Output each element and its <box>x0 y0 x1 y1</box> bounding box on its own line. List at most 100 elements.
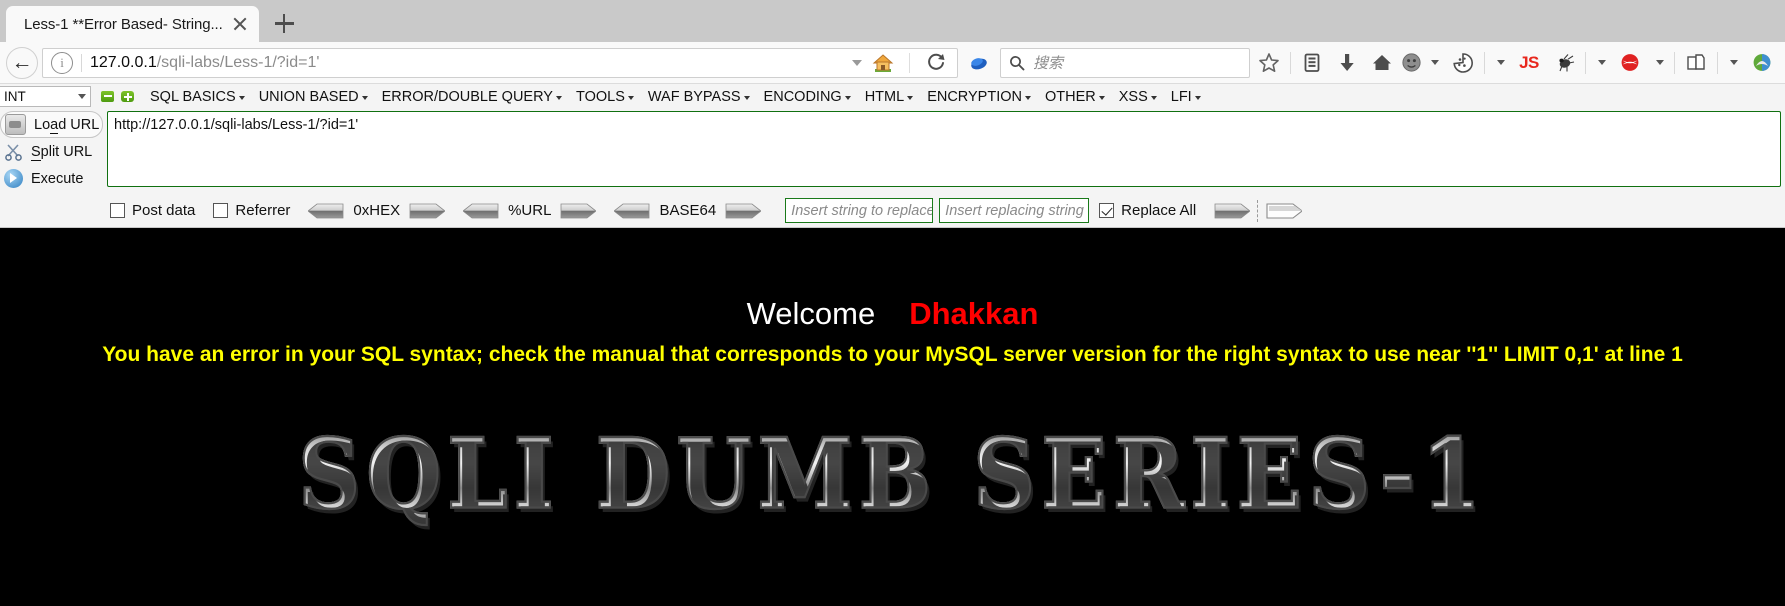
menu-label: XSS <box>1118 88 1148 105</box>
load-url-icon <box>5 114 26 135</box>
menu-sql-basics[interactable]: SQL BASICS <box>143 89 252 105</box>
chevron-down-icon <box>1194 96 1201 100</box>
split-url-icon <box>4 142 23 161</box>
library-glyph <box>1304 53 1320 72</box>
copy-pages-icon[interactable] <box>1679 47 1713 79</box>
search-input[interactable]: 搜索 <box>1033 52 1063 73</box>
close-icon[interactable] <box>231 15 249 33</box>
chevron-down-icon <box>1430 60 1439 65</box>
encoding-type-value: INT <box>4 89 26 104</box>
search-bar[interactable]: 搜索 <box>1000 47 1250 78</box>
menu-label: UNION BASED <box>258 88 359 105</box>
js-toggle-icon[interactable]: JS <box>1512 47 1546 79</box>
chevron-down-icon[interactable] <box>852 59 862 66</box>
hex-decode-button[interactable] <box>307 203 344 219</box>
chevron-down-icon <box>1098 96 1105 100</box>
avatar-dropdown-icon[interactable] <box>1423 47 1445 79</box>
hackbar-main-row: Load URL Split URL Execute http://127.0.… <box>0 109 1785 194</box>
search-string-input[interactable]: Insert string to replace <box>785 198 934 223</box>
site-info-icon[interactable]: i <box>51 51 73 74</box>
bookmark-star-icon[interactable] <box>1252 47 1286 79</box>
menu-encoding[interactable]: ENCODING <box>757 89 858 105</box>
url-text: 127.0.0.1/sqli-labs/Less-1/?id=1' <box>90 54 852 72</box>
menu-html[interactable]: HTML <box>858 89 920 105</box>
expand-button[interactable] <box>121 91 134 102</box>
base64-encode-button[interactable] <box>725 203 762 219</box>
replace-extra-button[interactable] <box>1266 202 1304 219</box>
avatar-glyph <box>1401 53 1421 72</box>
referrer-option[interactable]: Referrer <box>213 202 290 219</box>
browser-window: Less-1 **Error Based- String... ← i 127.… <box>0 0 1785 606</box>
split-url-button[interactable]: Split URL <box>0 138 107 165</box>
menu-lfi[interactable]: LFI <box>1164 89 1208 105</box>
menu-other[interactable]: OTHER <box>1038 89 1112 105</box>
arrow-right-icon <box>725 203 762 218</box>
replace-string-input[interactable]: Insert replacing string <box>939 198 1090 223</box>
hackbar-url-textarea[interactable] <box>107 111 1781 187</box>
home-icon[interactable] <box>1365 47 1399 79</box>
menu-error-double-query[interactable]: ERROR/DOUBLE QUERY <box>375 89 569 105</box>
chevron-down-icon <box>1597 60 1606 65</box>
execute-label: Execute <box>31 170 84 187</box>
copy-pages-dropdown-icon[interactable] <box>1722 47 1744 79</box>
menu-tools[interactable]: TOOLS <box>569 89 641 105</box>
execute-button[interactable]: Execute <box>0 165 107 192</box>
menu-waf-bypass[interactable]: WAF BYPASS <box>641 89 757 105</box>
replace-apply-button[interactable] <box>1214 203 1251 219</box>
welcome-text: Welcome <box>746 296 876 331</box>
menu-union-based[interactable]: UNION BASED <box>252 89 375 105</box>
replace-all-option[interactable]: Replace All <box>1099 202 1196 219</box>
divider <box>1674 51 1675 74</box>
chevron-down-icon <box>1025 96 1031 100</box>
user-avatar-icon[interactable] <box>1400 47 1422 79</box>
downloads-icon[interactable] <box>1330 47 1364 79</box>
chevron-down-icon <box>627 96 634 100</box>
url-encode-button[interactable] <box>560 203 598 219</box>
referrer-checkbox[interactable] <box>213 203 229 218</box>
url-label: %URL <box>508 202 552 219</box>
replace-all-label: Replace All <box>1121 202 1197 219</box>
collapse-button[interactable] <box>101 91 114 102</box>
hex-encode-button[interactable] <box>409 203 446 219</box>
address-bar-actions <box>852 47 953 79</box>
divider <box>1484 51 1485 74</box>
chevron-down-icon <box>1655 60 1664 65</box>
post-data-option[interactable]: Post data <box>110 202 195 219</box>
noscript-icon[interactable] <box>1745 47 1779 79</box>
library-icon[interactable] <box>1295 47 1329 79</box>
arrow-right-outline-icon <box>1266 202 1304 219</box>
menu-encryption[interactable]: ENCRYPTION <box>920 89 1038 105</box>
load-url-button[interactable]: Load URL <box>0 111 103 138</box>
cookie-dropdown-icon[interactable] <box>1489 47 1511 79</box>
browser-tab[interactable]: Less-1 **Error Based- String... <box>6 6 259 42</box>
chevron-down-icon <box>907 96 914 100</box>
welcome-name: Dhakkan <box>909 296 1039 331</box>
new-tab-button[interactable] <box>267 6 301 40</box>
hex-label: 0xHEX <box>353 202 401 219</box>
home-page-icon[interactable] <box>866 47 900 79</box>
arrow-left-icon <box>307 203 344 218</box>
address-bar[interactable]: i 127.0.0.1/sqli-labs/Less-1/?id=1' <box>42 47 958 79</box>
tamper-dropdown-icon[interactable] <box>1648 47 1670 79</box>
tamper-data-icon[interactable] <box>1613 47 1647 79</box>
hackbar-toggle-icon[interactable] <box>962 47 996 79</box>
encoding-type-select[interactable]: INT <box>0 86 91 107</box>
menu-label: ERROR/DOUBLE QUERY <box>381 88 553 105</box>
arrow-left-icon <box>462 203 499 218</box>
menu-xss[interactable]: XSS <box>1112 89 1164 105</box>
url-decode-button[interactable] <box>462 203 499 219</box>
back-button[interactable]: ← <box>6 46 38 79</box>
base64-decode-button[interactable] <box>613 203 650 219</box>
divider <box>1585 51 1586 74</box>
tab-strip: Less-1 **Error Based- String... <box>0 0 1785 42</box>
noscript-glyph <box>1753 54 1771 71</box>
cookie-manager-icon[interactable] <box>1446 47 1480 79</box>
hackbar-glyph <box>971 57 987 69</box>
firebug-icon[interactable] <box>1547 47 1581 79</box>
hackbar-panel: INT SQL BASICS UNION BASED ERROR/DOUBLE … <box>0 84 1785 228</box>
replace-all-checkbox[interactable] <box>1099 203 1115 218</box>
post-data-checkbox[interactable] <box>110 203 125 218</box>
firebug-dropdown-icon[interactable] <box>1590 47 1612 79</box>
url-converter: %URL <box>462 202 598 219</box>
reload-button[interactable] <box>919 47 953 79</box>
